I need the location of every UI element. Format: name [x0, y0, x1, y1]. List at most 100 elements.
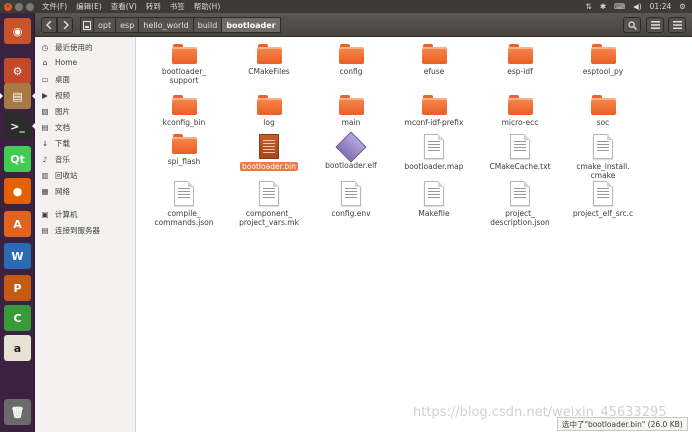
file-item[interactable]: project_ description.json: [475, 181, 565, 227]
folder-item[interactable]: log: [224, 95, 314, 127]
view-list-button[interactable]: [646, 17, 664, 33]
chevron-right-icon: [63, 21, 69, 29]
sidebar-item-label: 计算机: [55, 209, 78, 219]
folder-item[interactable]: CMakeFiles: [224, 44, 314, 76]
file-label: component_ project_vars.mk: [239, 209, 299, 227]
file-item[interactable]: component_ project_vars.mk: [224, 181, 314, 227]
software-center-icon[interactable]: A: [4, 211, 31, 237]
video-icon: ▶: [42, 90, 48, 100]
folder-item[interactable]: main: [306, 95, 396, 127]
sidebar-item-0[interactable]: ◷ 最近使用的: [35, 40, 135, 54]
search-icon: [627, 20, 637, 30]
sidebar-item-2[interactable]: ▭ 桌面: [35, 72, 135, 86]
minimize-window-button[interactable]: [15, 2, 23, 11]
file-label: config: [339, 67, 363, 76]
breadcrumb-root[interactable]: [80, 17, 94, 33]
clock[interactable]: 01:24: [650, 2, 672, 11]
file-item[interactable]: config.env: [306, 181, 396, 218]
sidebar-item-3[interactable]: ▶ 视频: [35, 88, 135, 102]
sidebar-item-4[interactable]: ▨ 图片: [35, 104, 135, 118]
menu-file[interactable]: 文件(F): [42, 1, 67, 12]
network-status-icon[interactable]: ⇅: [586, 2, 592, 11]
writer-icon[interactable]: W: [4, 243, 31, 269]
sidebar-item-6[interactable]: ↓ 下载: [35, 136, 135, 150]
breadcrumb-bootloader[interactable]: bootloader: [221, 17, 281, 33]
menu-go[interactable]: 转到: [146, 1, 161, 12]
sidebar-item-5[interactable]: ▤ 文档: [35, 120, 135, 134]
breadcrumb-hello-world[interactable]: hello_world: [138, 17, 194, 33]
folder-item[interactable]: mconf-idf-prefix: [389, 95, 479, 127]
volume-icon[interactable]: ◀): [633, 2, 642, 11]
folder-item[interactable]: bootloader_ support: [139, 44, 229, 85]
search-button[interactable]: [623, 17, 641, 33]
file-label: log: [263, 118, 275, 127]
text-file-icon: [259, 181, 279, 206]
sidebar-item-label: 文档: [55, 122, 70, 132]
sidebar-item-11[interactable]: ▤ 连接到服务器: [35, 223, 135, 237]
file-item[interactable]: project_elf_src.c: [558, 181, 648, 218]
sidebar-item-10[interactable]: ▣ 计算机: [35, 207, 135, 221]
breadcrumb-opt[interactable]: opt: [93, 17, 117, 33]
impress-icon[interactable]: P: [4, 275, 31, 301]
trash-icon[interactable]: 🗑: [4, 399, 31, 425]
desktop-icon: ▭: [41, 74, 49, 84]
calc-icon[interactable]: C: [4, 305, 31, 331]
maximize-window-button[interactable]: [26, 2, 34, 11]
file-label: esp-idf: [507, 67, 533, 76]
sidebar-item-9[interactable]: ▦ 网络: [35, 184, 135, 198]
amazon-icon[interactable]: a: [4, 335, 31, 361]
folder-item[interactable]: esp-idf: [475, 44, 565, 76]
folder-icon: [171, 44, 197, 64]
folder-item[interactable]: esptool_py: [558, 44, 648, 76]
keyboard-icon[interactable]: ⌨: [614, 2, 625, 11]
text-file-icon: [510, 134, 530, 159]
app-menu-button[interactable]: [668, 17, 686, 33]
qt-creator-icon[interactable]: Qt: [4, 146, 31, 172]
sidebar-item-8[interactable]: ▥ 回收站: [35, 168, 135, 182]
sidebar-item-1[interactable]: ⌂ Home: [35, 55, 135, 69]
folder-item[interactable]: soc: [558, 95, 648, 127]
folder-item[interactable]: spi_flash: [139, 134, 229, 166]
file-item[interactable]: bootloader.bin: [224, 134, 314, 171]
file-label: kconfig_bin: [162, 118, 206, 127]
sidebar-item-label: Home: [55, 57, 78, 67]
sidebar-item-7[interactable]: ♪ 音乐: [35, 152, 135, 166]
bluetooth-icon[interactable]: ✱: [600, 2, 606, 11]
power-gear-icon[interactable]: ⚙: [679, 2, 686, 11]
menu-view[interactable]: 查看(V): [111, 1, 137, 12]
ubuntu-dash-icon[interactable]: ◉: [4, 18, 31, 44]
folder-item[interactable]: config: [306, 44, 396, 76]
folder-item[interactable]: micro-ecc: [475, 95, 565, 127]
launcher: ◉ ⚙ ▤ >_ Qt ● A W P Ca 🗑: [0, 13, 35, 432]
file-label: config.env: [331, 209, 371, 218]
close-window-button[interactable]: ×: [4, 2, 12, 11]
files-icon[interactable]: ▤: [0, 83, 35, 109]
menu-edit[interactable]: 编辑(E): [76, 1, 102, 12]
forward-button[interactable]: [57, 17, 73, 33]
file-item[interactable]: Makefile: [389, 181, 479, 218]
document-icon: ▤: [41, 122, 49, 132]
file-label: bootloader.bin: [240, 162, 298, 171]
system-settings-icon[interactable]: ⚙: [4, 58, 31, 84]
file-item[interactable]: bootloader.map: [389, 134, 479, 171]
text-file-icon: [424, 181, 444, 206]
file-item[interactable]: compile_ commands.json: [139, 181, 229, 227]
menu-bookmarks[interactable]: 书签: [170, 1, 185, 12]
text-file-icon: [593, 134, 613, 159]
file-label: mconf-idf-prefix: [404, 118, 464, 127]
breadcrumb-build[interactable]: build: [192, 17, 223, 33]
menu-help[interactable]: 帮助(H): [194, 1, 221, 12]
breadcrumb-esp[interactable]: esp: [115, 17, 140, 33]
folder-item[interactable]: kconfig_bin: [139, 95, 229, 127]
text-file-icon: [593, 181, 613, 206]
breadcrumb: opt esp hello_world build bootloader: [80, 17, 281, 33]
folder-item[interactable]: efuse: [389, 44, 479, 76]
picture-icon: ▨: [41, 106, 49, 116]
file-label: spi_flash: [167, 157, 201, 166]
terminal-icon[interactable]: >_: [4, 113, 35, 139]
back-button[interactable]: [41, 17, 57, 33]
file-item[interactable]: cmake_install. cmake: [558, 134, 648, 180]
file-item[interactable]: bootloader.elf: [306, 131, 396, 170]
file-item[interactable]: CMakeCache.txt: [475, 134, 565, 171]
firefox-icon[interactable]: ●: [4, 178, 31, 204]
